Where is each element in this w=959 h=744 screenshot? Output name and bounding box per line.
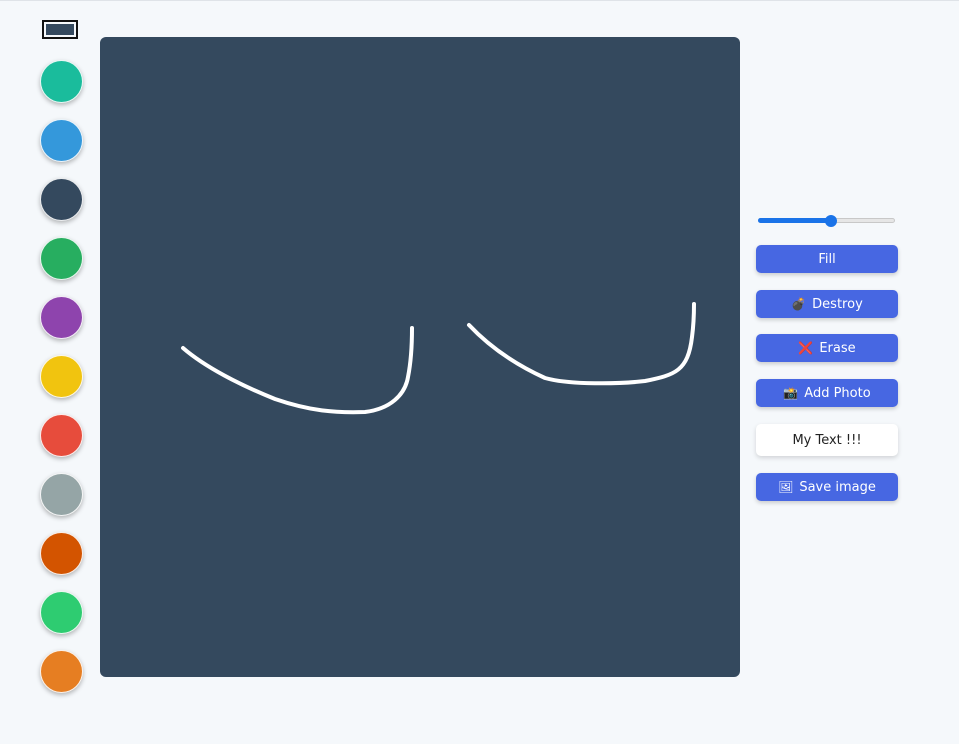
bomb-icon: 💣	[791, 297, 807, 311]
color-swatch[interactable]	[40, 473, 83, 516]
color-swatch[interactable]	[40, 414, 83, 457]
color-swatch[interactable]	[40, 119, 83, 162]
slider-thumb[interactable]	[825, 215, 837, 227]
text-input[interactable]	[756, 424, 898, 456]
framed-picture-icon: 🖼	[778, 480, 794, 494]
fill-button[interactable]: Fill	[756, 245, 898, 273]
erase-button-label: Erase	[819, 340, 856, 356]
color-swatch[interactable]	[40, 532, 83, 575]
destroy-button-label: Destroy	[812, 296, 863, 312]
cross-mark-icon: ❌	[798, 341, 814, 355]
paint-app: Fill 💣 Destroy ❌ Erase 📸 Add Photo 🖼 Sav…	[0, 0, 959, 744]
current-color-fill	[46, 24, 74, 35]
color-swatch[interactable]	[40, 591, 83, 634]
camera-flash-icon: 📸	[783, 386, 799, 400]
color-swatch[interactable]	[40, 60, 83, 103]
color-swatch[interactable]	[40, 178, 83, 221]
slider-fill	[758, 218, 831, 223]
canvas-surface[interactable]	[100, 37, 740, 677]
drawing-canvas[interactable]	[100, 37, 740, 677]
add-photo-button-label: Add Photo	[804, 385, 871, 401]
destroy-button[interactable]: 💣 Destroy	[756, 290, 898, 318]
save-image-button-label: Save image	[799, 479, 876, 495]
color-swatch[interactable]	[40, 355, 83, 398]
color-swatch[interactable]	[40, 296, 83, 339]
color-swatch[interactable]	[40, 237, 83, 280]
current-color-indicator	[42, 20, 78, 39]
add-photo-button[interactable]: 📸 Add Photo	[756, 379, 898, 407]
brush-size-slider[interactable]	[758, 215, 895, 227]
erase-button[interactable]: ❌ Erase	[756, 334, 898, 362]
fill-button-label: Fill	[818, 251, 836, 267]
color-swatch[interactable]	[40, 650, 83, 693]
save-image-button[interactable]: 🖼 Save image	[756, 473, 898, 501]
